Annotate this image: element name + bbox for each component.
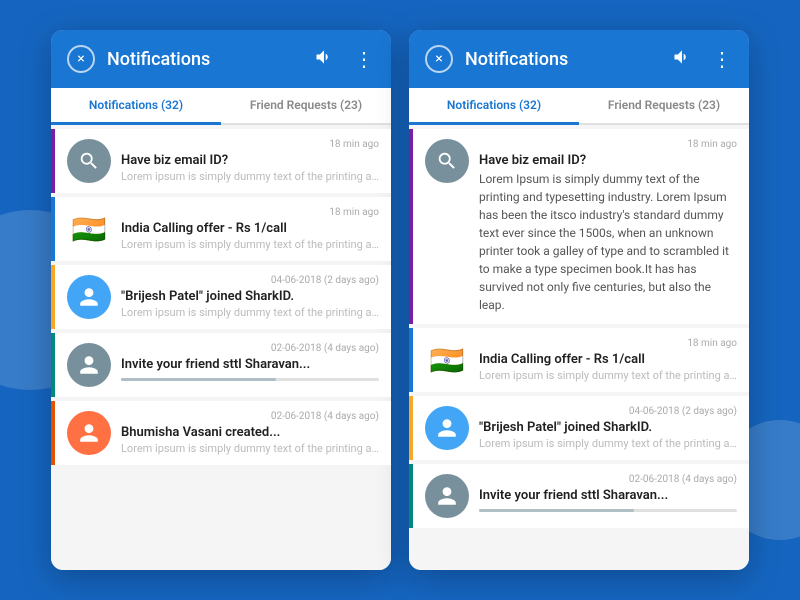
notification-item[interactable]: 🇮🇳 18 min ago India Calling offer - Rs 1/c… (409, 328, 749, 392)
notification-time: 04-06-2018 (2 days ago) (479, 406, 737, 417)
notification-content: 04-06-2018 (2 days ago) "Brijesh Patel" j… (479, 406, 737, 450)
notification-avatar (67, 411, 111, 455)
notification-avatar (425, 474, 469, 518)
notification-title: Invite your friend sttl Sharavan... (479, 488, 737, 503)
notification-item[interactable]: 04-06-2018 (2 days ago) "Brijesh Patel" j… (409, 396, 749, 460)
notification-time: 18 min ago (479, 139, 737, 150)
notification-avatar (67, 343, 111, 387)
notification-title: India Calling offer - Rs 1/call (479, 352, 737, 367)
notification-item[interactable]: 🇮🇳 18 min ago India Calling offer - Rs 1/c… (51, 197, 391, 261)
notification-item[interactable]: 18 min ago Have biz email ID? Lorem ipsum … (51, 129, 391, 193)
notification-time: 18 min ago (121, 139, 379, 150)
notification-content: 18 min ago Have biz email ID? Lorem ipsum … (121, 139, 379, 183)
tabs-container: Notifications (32)Friend Requests (23) (409, 88, 749, 125)
panel-right: × Notifications ⋮ Notifications (32)Friend … (409, 30, 749, 570)
notification-avatar (67, 275, 111, 319)
sound-icon[interactable] (314, 47, 334, 72)
notification-avatar: 🇮🇳 (425, 338, 469, 382)
tabs-container: Notifications (32)Friend Requests (23) (51, 88, 391, 125)
notification-progress (121, 378, 379, 381)
notification-title: "Brijesh Patel" joined SharkID. (121, 289, 379, 304)
notification-content: 02-06-2018 (4 days ago) Bhumisha Vasani c… (121, 411, 379, 455)
notification-avatar: 🇮🇳 (67, 207, 111, 251)
notification-body: Lorem ipsum is simply dummy text of the … (121, 306, 379, 319)
notification-item[interactable]: 04-06-2018 (2 days ago) "Brijesh Patel" j… (51, 265, 391, 329)
notification-time: 02-06-2018 (4 days ago) (121, 343, 379, 354)
notification-title: Bhumisha Vasani created... (121, 425, 379, 440)
panel-header: × Notifications ⋮ (51, 30, 391, 88)
panel-header: × Notifications ⋮ (409, 30, 749, 88)
notification-title: Have biz email ID? (479, 153, 737, 168)
tab-1[interactable]: Friend Requests (23) (579, 88, 749, 125)
notification-body: Lorem ipsum is simply dummy text of the … (479, 437, 737, 450)
notification-body: Lorem ipsum is simply dummy text of the … (121, 238, 379, 251)
notification-body: Lorem ipsum is simply dummy text of the … (121, 442, 379, 455)
menu-icon[interactable]: ⋮ (712, 47, 733, 71)
notification-content: 18 min ago India Calling offer - Rs 1/cal… (479, 338, 737, 382)
notification-item[interactable]: 02-06-2018 (4 days ago) Invite your frien… (51, 333, 391, 397)
notification-content: 04-06-2018 (2 days ago) "Brijesh Patel" j… (121, 275, 379, 319)
notification-body: Lorem ipsum is simply dummy text of the … (479, 369, 737, 382)
notification-avatar (67, 139, 111, 183)
notification-content: 02-06-2018 (4 days ago) Invite your frien… (121, 343, 379, 381)
notifications-list: 18 min ago Have biz email ID? Lorem Ipsum … (409, 125, 749, 570)
sound-icon[interactable] (672, 47, 692, 72)
notification-content: 18 min ago India Calling offer - Rs 1/cal… (121, 207, 379, 251)
notification-avatar (425, 139, 469, 183)
notification-avatar (425, 406, 469, 450)
panel-title: Notifications (107, 49, 302, 70)
tab-0[interactable]: Notifications (32) (409, 88, 579, 125)
notification-time: 18 min ago (479, 338, 737, 349)
notification-time: 02-06-2018 (4 days ago) (121, 411, 379, 422)
notification-title: "Brijesh Patel" joined SharkID. (479, 420, 737, 435)
notification-time: 04-06-2018 (2 days ago) (121, 275, 379, 286)
tab-0[interactable]: Notifications (32) (51, 88, 221, 125)
notification-content: 18 min ago Have biz email ID? Lorem Ipsum … (479, 139, 737, 314)
notification-content: 02-06-2018 (4 days ago) Invite your frien… (479, 474, 737, 512)
notification-progress (479, 509, 737, 512)
menu-icon[interactable]: ⋮ (354, 47, 375, 71)
notification-time: 18 min ago (121, 207, 379, 218)
notification-title: India Calling offer - Rs 1/call (121, 221, 379, 236)
notification-item[interactable]: 02-06-2018 (4 days ago) Bhumisha Vasani c… (51, 401, 391, 465)
panels-container: ×Notifications⋮Notifications (32)Friend … (51, 30, 749, 570)
panel-title: Notifications (465, 49, 660, 70)
notifications-list: 18 min ago Have biz email ID? Lorem ipsum … (51, 125, 391, 570)
tab-1[interactable]: Friend Requests (23) (221, 88, 391, 125)
panel-left: × Notifications ⋮ Notifications (32)Friend … (51, 30, 391, 570)
notification-time: 02-06-2018 (4 days ago) (479, 474, 737, 485)
notification-body: Lorem ipsum is simply dummy text of the … (121, 170, 379, 183)
notification-item[interactable]: 18 min ago Have biz email ID? Lorem Ipsum … (409, 129, 749, 324)
notification-item[interactable]: 02-06-2018 (4 days ago) Invite your frien… (409, 464, 749, 528)
notification-body: Lorem Ipsum is simply dummy text of the … (479, 170, 737, 314)
notification-title: Have biz email ID? (121, 153, 379, 168)
notification-title: Invite your friend sttl Sharavan... (121, 357, 379, 372)
close-button[interactable]: × (67, 45, 95, 73)
close-button[interactable]: × (425, 45, 453, 73)
